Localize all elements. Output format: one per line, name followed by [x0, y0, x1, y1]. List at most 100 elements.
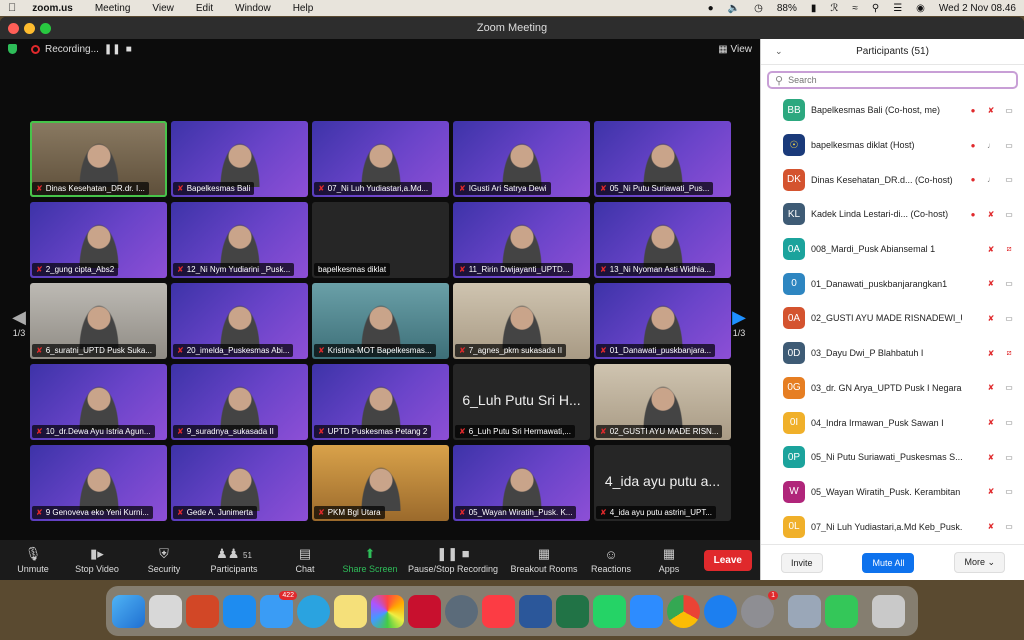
safari-icon[interactable] — [704, 594, 737, 628]
mendeley-icon[interactable] — [408, 594, 441, 628]
video-icon[interactable]: ▭ — [1002, 314, 1016, 323]
apps-button[interactable]: ▦ Apps — [642, 540, 696, 580]
mic-muted-icon[interactable]: ✘ — [984, 349, 998, 358]
video-icon[interactable]: ▭ — [1002, 487, 1016, 496]
leave-button[interactable]: Leave — [703, 549, 752, 571]
music-icon[interactable] — [482, 594, 515, 628]
finder-icon[interactable] — [112, 594, 145, 628]
menu-app-name[interactable]: zoom.us — [32, 3, 73, 14]
video-tile[interactable]: ✘ 12_Ni Nym Yudiarini _Pusk... — [171, 202, 308, 278]
participant-row[interactable]: BB Bapelkesmas Bali (Co-host, me) ● ✘ ▭ — [761, 93, 1024, 128]
mic-muted-icon[interactable]: ✘ — [984, 522, 998, 531]
video-tile[interactable]: ✘ 9 Genoveva eko Yeni Kurni... — [30, 445, 167, 521]
video-tile[interactable]: ✘ 01_Danawati_puskbanjara... — [594, 283, 731, 359]
mic-muted-icon[interactable]: ✘ — [984, 279, 998, 288]
video-icon[interactable]: ▭ — [1002, 383, 1016, 392]
video-tile[interactable]: ✘ 13_Ni Nyoman Asti Widhia... — [594, 202, 731, 278]
app-store-icon[interactable] — [223, 594, 256, 628]
search-input[interactable] — [788, 75, 989, 85]
volume-icon[interactable]: 🔈 — [728, 3, 740, 14]
participant-row[interactable]: KL Kadek Linda Lestari-di... (Co-host) ● ✘ ▭ — [761, 197, 1024, 232]
security-shield-icon[interactable] — [8, 44, 17, 54]
video-icon[interactable]: ▭ — [1002, 106, 1016, 115]
video-tile[interactable]: ✘ 9_suradnya_sukasada II — [171, 364, 308, 440]
mic-muted-icon[interactable]: ✘ — [984, 245, 998, 254]
chat-button[interactable]: ▤ Chat — [268, 540, 342, 580]
video-tile[interactable]: ✘ 7_agnes_pkm sukasada II — [453, 283, 590, 359]
minimize-window-button[interactable] — [24, 23, 35, 34]
menu-meeting[interactable]: Meeting — [95, 3, 131, 14]
mic-muted-icon[interactable]: ✘ — [984, 487, 998, 496]
mic-muted-icon[interactable]: ✘ — [984, 453, 998, 462]
participant-row[interactable]: 0G 03_dr. GN Arya_UPTD Pusk I Negara ✘ ▭ — [761, 371, 1024, 406]
menubar-clock[interactable]: Wed 2 Nov 08.46 — [939, 3, 1016, 14]
video-tile[interactable]: ✘ Kristina-MOT Bapelkesmas... — [312, 283, 449, 359]
mic-muted-icon[interactable]: ✘ — [984, 106, 998, 115]
facetime-icon[interactable] — [825, 594, 858, 628]
pause-stop-recording-button[interactable]: ❚❚ ■ Pause/Stop Recording — [398, 540, 508, 580]
word-icon[interactable] — [519, 594, 552, 628]
participant-row[interactable]: ☉ bapelkesmas diklat (Host) ● ♩ ▭ — [761, 128, 1024, 163]
notes-icon[interactable] — [334, 594, 367, 628]
video-tile[interactable]: ✘ 07_Ni Luh Yudiastari,a.Md... — [312, 121, 449, 197]
video-tile[interactable]: ✘ 05_Ni Putu Suriawati_Pus... — [594, 121, 731, 197]
video-tile[interactable]: ✘ 20_imelda_Puskesmas Abi... — [171, 283, 308, 359]
menu-window[interactable]: Window — [235, 3, 271, 14]
video-off-icon[interactable]: ⧄ — [1002, 244, 1016, 254]
mail-icon[interactable]: 422 — [260, 590, 297, 628]
video-tile[interactable]: 4_ida ayu putu a... ✘ 4_ida ayu putu astri… — [594, 445, 731, 521]
participant-row[interactable]: 0L 07_Ni Luh Yudiastari,a.Md Keb_Pusk....… — [761, 509, 1024, 544]
video-tile[interactable]: ✘ 6_suratni_UPTD Pusk Suka... — [30, 283, 167, 359]
powerpoint-icon[interactable] — [186, 594, 219, 628]
video-tile[interactable]: ✘ 10_dr.Dewa Ayu Istria Agun... — [30, 364, 167, 440]
excel-icon[interactable] — [556, 594, 589, 628]
view-button[interactable]: ▦ View — [718, 44, 752, 55]
collapse-chevron-icon[interactable]: ⌄ — [775, 46, 783, 57]
more-button[interactable]: More ⌄ — [954, 552, 1006, 573]
pause-recording-icon[interactable]: ❚❚ — [104, 44, 121, 55]
video-tile[interactable]: ✘ 05_Wayan Wiratih_Pusk. K... — [453, 445, 590, 521]
control-center-icon[interactable]: ☰ — [893, 3, 902, 14]
invite-button[interactable]: Invite — [780, 552, 823, 573]
photos-icon[interactable] — [371, 594, 404, 628]
mic-muted-icon[interactable]: ✘ — [984, 210, 998, 219]
video-icon[interactable]: ▭ — [1002, 279, 1016, 288]
participant-row[interactable]: 0P 05_Ni Putu Suriawati_Puskesmas S... ✘ ▭ — [761, 440, 1024, 475]
video-tile[interactable]: ✘ Bapelkesmas Bali — [171, 121, 308, 197]
participants-search[interactable]: ⚲ — [767, 71, 1018, 89]
clock-icon[interactable]: ◷ — [754, 3, 763, 14]
video-tile[interactable]: 6_Luh Putu Sri H... ✘ 6_Luh Putu Sri Herma… — [453, 364, 590, 440]
mic-icon[interactable]: ♩ — [984, 175, 998, 184]
apple-icon[interactable]:  — [8, 2, 16, 14]
whatsapp-icon[interactable] — [593, 594, 626, 628]
menu-edit[interactable]: Edit — [196, 3, 213, 14]
previous-page-button[interactable]: ◀ 1/3 — [8, 307, 30, 367]
participant-row[interactable]: 0D 03_Dayu Dwi_P Blahbatuh I ✘ ⧄ — [761, 336, 1024, 371]
stop-video-button[interactable]: ▮▸ Stop Video — [66, 540, 128, 580]
video-tile[interactable]: ✘ 11_Ririn Dwijayanti_UPTD... — [453, 202, 590, 278]
video-tile[interactable]: ✘ IGusti Ari Satrya Dewi — [453, 121, 590, 197]
video-icon[interactable]: ▭ — [1002, 210, 1016, 219]
participant-row[interactable]: W 05_Wayan Wiratih_Pusk. Kerambitan II ✘ ▭ — [761, 475, 1024, 510]
participant-row[interactable]: DK Dinas Kesehatan_DR.d... (Co-host) ● ♩ ▭ — [761, 162, 1024, 197]
video-icon[interactable]: ▭ — [1002, 418, 1016, 427]
mic-muted-icon[interactable]: ✘ — [984, 418, 998, 427]
unmute-button[interactable]: 🎙 Unmute — [0, 540, 66, 580]
mic-icon[interactable]: ♩ — [984, 141, 998, 150]
video-tile[interactable]: bapelkesmas diklat — [312, 202, 449, 278]
stop-recording-icon[interactable]: ■ — [126, 44, 132, 55]
video-tile[interactable]: ✘ UPTD Puskesmas Petang 2 — [312, 364, 449, 440]
video-tile[interactable]: ✘ Dinas Kesehatan_DR.dr. I... — [30, 121, 167, 197]
participant-row[interactable]: 0I 04_Indra Irmawan_Pusk Sawan I ✘ ▭ — [761, 405, 1024, 440]
telegram-icon[interactable] — [297, 594, 330, 628]
battery-percent[interactable]: 88% — [777, 3, 797, 14]
quicktime-icon[interactable] — [445, 594, 478, 628]
chrome-icon[interactable] — [667, 594, 700, 628]
siri-icon[interactable]: ◉ — [916, 3, 925, 14]
participant-row[interactable]: 0A 02_GUSTI AYU MADE RISNADEWI_U... ✘ ▭ — [761, 301, 1024, 336]
close-window-button[interactable] — [8, 23, 19, 34]
search-icon[interactable]: ⚲ — [872, 3, 879, 14]
security-button[interactable]: ⛨ Security — [128, 540, 200, 580]
share-screen-button[interactable]: ⬆ Share Screen — [342, 540, 398, 580]
recent-window-icon[interactable] — [788, 594, 821, 628]
